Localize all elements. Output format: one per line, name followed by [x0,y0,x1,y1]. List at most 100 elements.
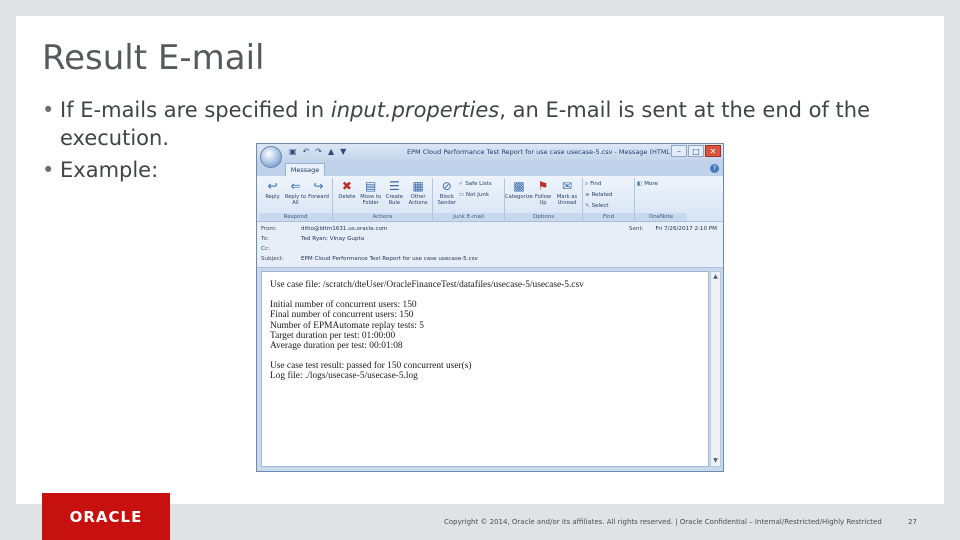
bullet-dot: • [42,98,55,122]
oracle-logo-text: ORACLE [69,507,143,526]
binoculars-icon: ⌕ [585,181,589,187]
bullet-text: Example: [60,158,159,182]
delete-icon: ✖ [341,179,352,193]
actions-icon: ▦ [412,179,424,193]
cc-label: Cc: [261,246,270,252]
down-arrow-icon[interactable]: ▼ [340,147,346,156]
select-icon: ↖ [585,203,590,209]
group-label: Junk E-mail [433,213,504,221]
oracle-logo: ORACLE [42,493,170,540]
categorize-label: Categorize [505,194,533,200]
find-button[interactable]: ⌕ Find [585,179,629,189]
vertical-scrollbar[interactable]: ▲ ▼ [710,271,721,467]
redo-icon[interactable]: ↷ [315,147,322,156]
window-title: EPM Cloud Performance Test Report for us… [407,148,673,156]
group-label: Options [505,213,582,221]
window-controls: – □ ✕ [671,145,721,157]
page-number: 27 [908,518,917,526]
title-bar: ▣ ↶ ↷ ▲ ▼ EPM Cloud Performance Test Rep… [257,144,723,168]
delete-label: Delete [338,194,356,200]
safe-lists-button[interactable]: ✓ Safe Lists [459,179,502,189]
sent-label: Sent: [628,226,644,232]
scroll-down-icon[interactable]: ▼ [711,456,720,466]
save-icon[interactable]: ▣ [289,147,297,156]
not-junk-button[interactable]: ▭ Not Junk [459,190,502,200]
to-label: To: [261,236,269,242]
help-icon[interactable]: ? [710,164,719,173]
move-label: Move to Folder [360,194,382,206]
bullet-text-pre: If E-mails are specified in [60,98,331,122]
result-line: Use case test result: passed for 150 con… [270,361,472,372]
reply-label: Reply [265,194,280,200]
more-button[interactable]: ◧ More [637,179,681,189]
related-icon: ≡ [585,192,590,198]
create-rule-label: Create Rule [385,194,403,206]
more-label: More [644,181,658,187]
envelope-icon: ✉ [561,179,573,193]
bullet-dot: • [42,158,55,182]
folder-icon: ▤ [364,179,377,193]
tab-message[interactable]: Message [285,163,325,176]
ribbon: ↩ Reply ⇐ Reply to All ↪ Forward Respond ✖ D… [257,176,723,222]
subject-row: Subject: EPM Cloud Performance Test Repor… [261,254,719,264]
mark-unread-label: Mark as Unread [556,194,578,206]
group-options: ▩ Categorize ⚑ Follow Up ✉ Mark as Unread O… [505,178,583,221]
subject-label: Subject: [261,256,284,262]
other-actions-label: Other Actions [408,194,428,206]
select-button[interactable]: ↖ Select [585,201,629,211]
group-label: OneNote [635,213,687,221]
stat-line: Number of EPMAutomate replay tests: 5 [270,320,424,331]
block-label: Block Sender [437,194,457,206]
rule-icon: ☰ [388,179,400,193]
outlook-message-window: ▣ ↶ ↷ ▲ ▼ EPM Cloud Performance Test Rep… [256,143,724,472]
group-label: Find [583,213,634,221]
group-onenote: ◧ More OneNote [635,178,687,221]
subject-value: EPM Cloud Performance Test Report for us… [301,256,478,262]
group-respond: ↩ Reply ⇐ Reply to All ↪ Forward Respond [259,178,333,221]
minimize-button[interactable]: – [671,145,687,157]
ribbon-tabs: Message ? [257,162,723,176]
office-button[interactable] [260,146,282,168]
related-label: Related [591,192,613,198]
reply-icon: ↩ [267,179,278,193]
stat-line: Average duration per test: 00:01:08 [270,341,403,352]
forward-label: Forward [308,194,329,200]
group-label: Respond [259,213,332,221]
forward-icon: ↪ [313,179,324,193]
group-junk: ⊘ Block Sender ✓ Safe Lists ▭ Not Junk Junk… [433,178,505,221]
scroll-up-icon[interactable]: ▲ [711,272,720,282]
not-junk-label: Not Junk [465,192,490,198]
use-case-file-line: Use case file: /scratch/dteUser/OracleFi… [270,280,584,290]
stat-line: Target duration per test: 01:00:00 [270,330,396,341]
select-label: Select [591,203,609,209]
message-body[interactable]: Use case file: /scratch/dteUser/OracleFi… [261,271,709,467]
up-arrow-icon[interactable]: ▲ [328,147,334,156]
message-header: From: ditto@ldtm1631.us.oracle.com To: Ted… [257,222,723,268]
cc-row: Cc: [261,244,719,254]
follow-up-label: Follow Up [534,194,552,206]
to-row: To: Ted Ryan; Vinay Gupta [261,234,719,244]
sent-info: Sent: Fri 7/26/2017 2:10 PM [629,226,717,232]
undo-icon[interactable]: ↶ [303,147,310,156]
stat-line: Initial number of concurrent users: 150 [270,300,417,311]
slide-title: Result E-mail [42,38,265,78]
safe-lists-icon: ✓ [458,181,464,187]
find-label: Find [590,181,602,187]
group-find: ⌕ Find ≡ Related ↖ Select Find [583,178,635,221]
quick-access-toolbar: ▣ ↶ ↷ ▲ ▼ [289,147,346,156]
stat-line: Final number of concurrent users: 150 [270,310,414,321]
onenote-icon: ◧ [637,181,643,187]
group-label: Actions [333,213,432,221]
to-value[interactable]: Ted Ryan; Vinay Gupta [301,236,364,242]
close-button[interactable]: ✕ [705,145,721,157]
group-actions: ✖ Delete ▤ Move to Folder ☰ Create Rule ▦ Ot… [333,178,433,221]
related-button[interactable]: ≡ Related [585,190,629,200]
from-label: From: [261,226,277,232]
maximize-button[interactable]: □ [688,145,704,157]
from-value[interactable]: ditto@ldtm1631.us.oracle.com [301,226,387,232]
safe-lists-label: Safe Lists [465,181,492,187]
reply-all-icon: ⇐ [290,179,301,193]
bullet-text-em: input.properties [330,98,500,122]
